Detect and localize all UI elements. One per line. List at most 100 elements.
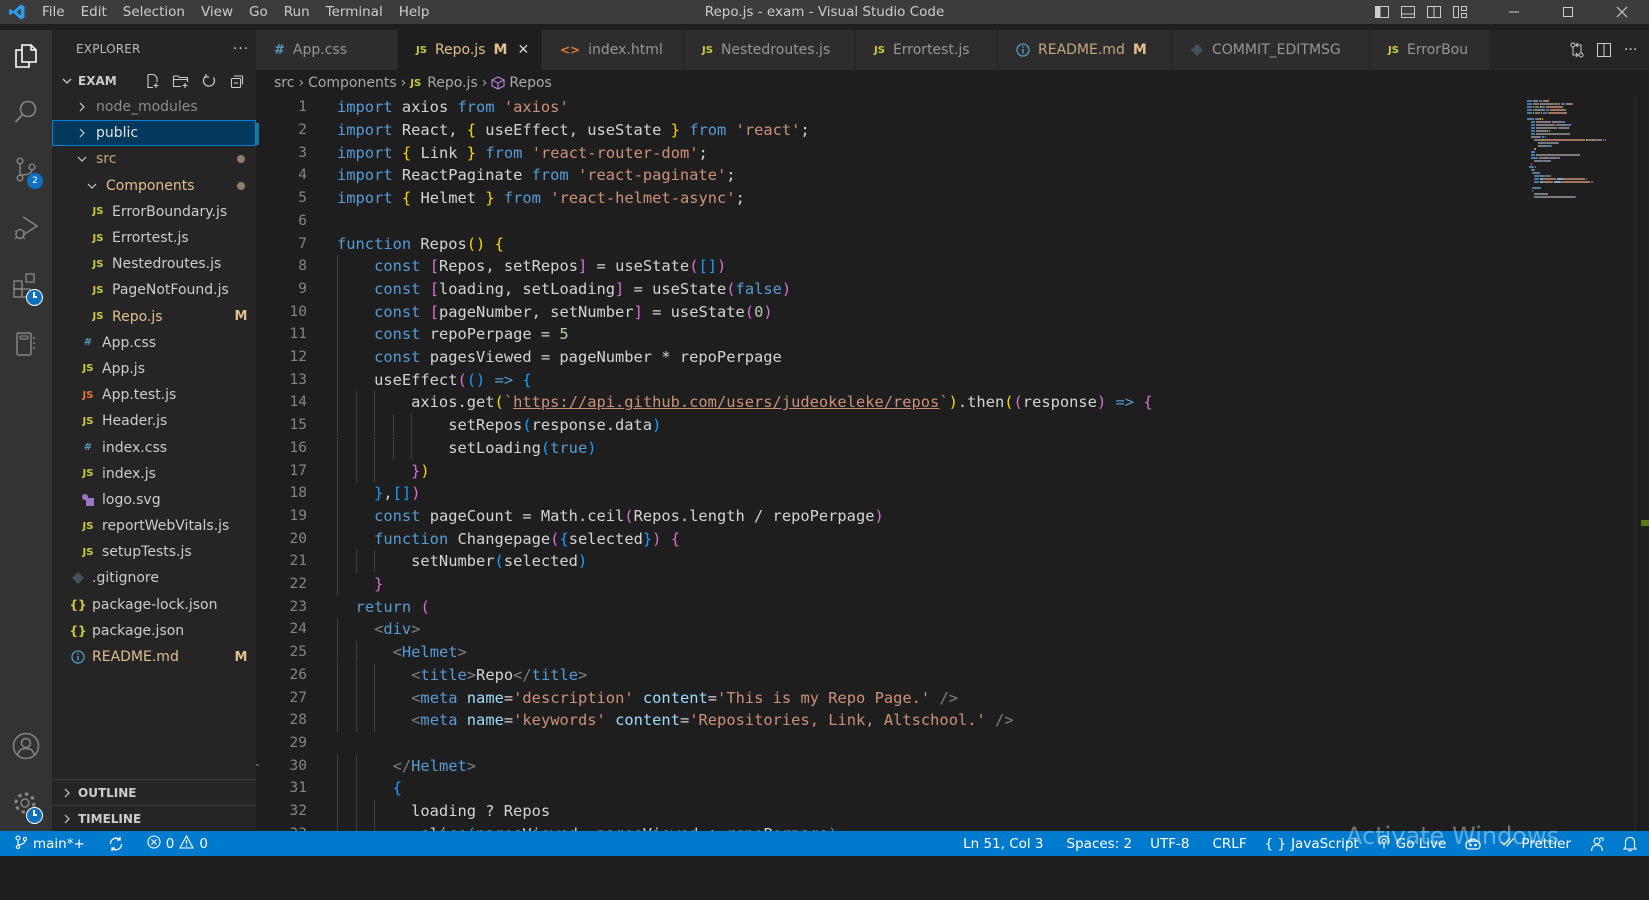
search-icon[interactable] <box>0 88 52 136</box>
tree-item-node-modules[interactable]: node_modules <box>52 94 256 120</box>
remote-explorer-icon[interactable] <box>0 320 52 368</box>
minimap-stroke <box>1561 181 1590 183</box>
tab-index-html[interactable]: <> index.html <box>542 30 684 70</box>
tree-item-app-test[interactable]: JS App.test.js <box>52 382 256 408</box>
minimap-stroke <box>1537 145 1547 147</box>
tree-item-src[interactable]: src <box>52 146 256 172</box>
explorer-icon[interactable] <box>0 32 52 80</box>
menu-run[interactable]: Run <box>276 0 318 24</box>
tree-item-public[interactable]: public <box>52 120 256 147</box>
tree-item-errorboundary[interactable]: JS ErrorBoundary.js <box>52 199 256 225</box>
toggle-panel-icon[interactable] <box>1395 0 1421 24</box>
language-mode[interactable]: { } JavaScript <box>1256 831 1368 856</box>
branch-indicator[interactable]: main*+ <box>0 831 94 856</box>
vscode-logo-icon <box>0 0 34 24</box>
close-tab-icon[interactable]: ✕ <box>517 42 529 58</box>
menu-edit[interactable]: Edit <box>73 0 115 24</box>
indent-guide <box>337 504 338 528</box>
collapse-all-icon[interactable] <box>226 70 248 92</box>
open-changes-icon[interactable] <box>1569 38 1586 62</box>
tree-item-readme[interactable]: README.md M <box>52 644 256 670</box>
menu-terminal[interactable]: Terminal <box>318 0 391 24</box>
code-line: 13 useEffect(() => { <box>256 368 1436 392</box>
encoding[interactable]: UTF-8 <box>1141 831 1198 856</box>
menu-file[interactable]: File <box>34 0 73 24</box>
tree-item-reportwebvitals[interactable]: JS reportWebVitals.js <box>52 513 256 539</box>
tree-item-package-json[interactable]: {} package.json <box>52 618 256 644</box>
tree-item-nestedroutes[interactable]: JS Nestedroutes.js <box>52 251 256 277</box>
end-of-line[interactable]: CRLF <box>1199 831 1256 856</box>
breadcrumb-src[interactable]: src <box>274 75 294 91</box>
line-number: 2 <box>298 122 307 139</box>
more-actions-icon[interactable]: ··· <box>1622 38 1639 62</box>
tab-nestedroutes[interactable]: JS Nestedroutes.js <box>684 30 856 70</box>
prettier-status[interactable]: Prettier <box>1491 831 1580 856</box>
minimap[interactable] <box>1527 96 1637 831</box>
tree-item-app-js[interactable]: JS App.js <box>52 356 256 382</box>
cursor-position[interactable]: Ln 51, Col 3 <box>954 831 1052 856</box>
menu-help[interactable]: Help <box>391 0 438 24</box>
tree-item-package-lock[interactable]: {} package-lock.json <box>52 592 256 618</box>
manage-gear-icon[interactable] <box>0 780 52 828</box>
tab-readme[interactable]: README.md M <box>998 30 1172 70</box>
tree-item-app-css[interactable]: # App.css <box>52 330 256 356</box>
source-control-icon[interactable]: 2 <box>0 146 52 194</box>
tree-item-repo[interactable]: JS Repo.js M <box>52 304 256 330</box>
new-folder-icon[interactable] <box>170 70 192 92</box>
copilot-icon[interactable] <box>1455 831 1491 856</box>
new-file-icon[interactable] <box>142 70 164 92</box>
line-number: 18 <box>289 485 307 502</box>
chevron-down-icon <box>74 153 90 165</box>
breadcrumb-file[interactable]: Repo.js <box>427 75 478 91</box>
chevron-right-icon <box>74 101 90 113</box>
tree-item-index-css[interactable]: # index.css <box>52 434 256 460</box>
menu-view[interactable]: View <box>193 0 241 24</box>
refresh-icon[interactable] <box>198 70 220 92</box>
tree-item-header[interactable]: JS Header.js <box>52 408 256 434</box>
tree-item-errortest[interactable]: JS Errortest.js <box>52 225 256 251</box>
indentation[interactable]: Spaces: 2 <box>1053 831 1142 856</box>
close-button[interactable] <box>1595 0 1649 24</box>
customize-layout-icon[interactable] <box>1447 0 1473 24</box>
breadcrumb-components[interactable]: Components <box>308 75 397 91</box>
extensions-icon[interactable] <box>0 262 52 310</box>
line-number: 22 <box>289 576 307 593</box>
code-editor[interactable]: 1 import axios from 'axios' 2 import React,… <box>256 96 1649 831</box>
explorer-more-actions-icon[interactable]: ··· <box>226 41 256 57</box>
minimize-button[interactable] <box>1487 0 1541 24</box>
tree-item-pagenotfound[interactable]: JS PageNotFound.js <box>52 277 256 303</box>
toggle-secondary-sidebar-icon[interactable] <box>1421 0 1447 24</box>
minimap-stroke <box>1534 139 1543 141</box>
minimap-stroke <box>1602 139 1605 141</box>
tree-item-index-js[interactable]: JS index.js <box>52 461 256 487</box>
menu-go[interactable]: Go <box>241 0 276 24</box>
tab-commit-editmsg[interactable]: COMMIT_EDITMSG <box>1172 30 1370 70</box>
menu-selection[interactable]: Selection <box>115 0 193 24</box>
tab-errorboundary[interactable]: JS ErrorBou <box>1370 30 1490 70</box>
go-live-button[interactable]: Go Live <box>1368 831 1456 856</box>
css-file-icon: # <box>83 442 93 454</box>
tree-item-logo-svg[interactable]: logo.svg <box>52 487 256 513</box>
tree-item-components[interactable]: Components <box>52 173 256 199</box>
feedback-icon[interactable] <box>1580 831 1614 856</box>
toggle-primary-sidebar-icon[interactable] <box>1369 0 1395 24</box>
workspace-header[interactable]: EXAM <box>52 68 256 94</box>
tab-repo-js[interactable]: JS Repo.js M ✕ <box>398 30 542 70</box>
run-debug-icon[interactable] <box>0 204 52 252</box>
editor-scrollbar[interactable] <box>1635 96 1649 831</box>
tab-errortest[interactable]: JS Errortest.js <box>856 30 998 70</box>
breadcrumb-symbol[interactable]: Repos <box>509 75 551 91</box>
sync-icon[interactable] <box>94 831 138 856</box>
breadcrumb: src › Components › JS Repo.js › Repos <box>256 70 552 96</box>
problems-indicator[interactable]: 0 0 <box>138 831 217 856</box>
notifications-bell-icon[interactable] <box>1614 831 1649 856</box>
outline-section[interactable]: OUTLINE <box>52 779 256 805</box>
accounts-icon[interactable] <box>0 722 52 770</box>
split-editor-icon[interactable] <box>1596 38 1613 62</box>
tree-item-gitignore[interactable]: .gitignore <box>52 565 256 591</box>
timeline-section[interactable]: TIMELINE <box>52 805 256 831</box>
maximize-button[interactable] <box>1541 0 1595 24</box>
tab-app-css[interactable]: # App.css <box>256 30 398 70</box>
code-text: <meta name='keywords' content='Repositor… <box>411 711 1014 730</box>
tree-item-setuptests[interactable]: JS setupTests.js <box>52 539 256 565</box>
